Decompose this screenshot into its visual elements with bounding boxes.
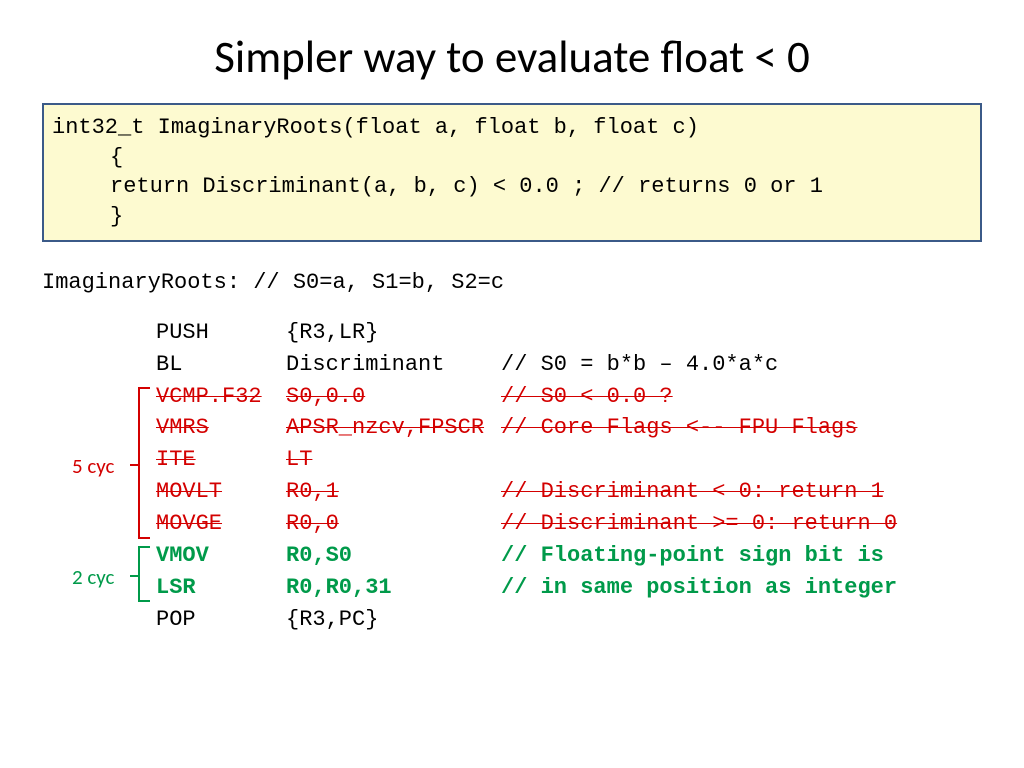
asm-comment: // Core Flags <-- FPU Flags bbox=[501, 412, 1024, 444]
asm-line: PUSH{R3,LR} bbox=[0, 317, 1024, 349]
asm-line: VMRSAPSR_nzcv,FPSCR// Core Flags <-- FPU… bbox=[0, 412, 1024, 444]
asm-args: S0,0.0 bbox=[286, 381, 501, 413]
asm-listing: 5 cyc 2 cyc PUSH{R3,LR}BLDiscriminant// … bbox=[0, 317, 1024, 636]
asm-header: ImaginaryRoots: // S0=a, S1=b, S2=c bbox=[42, 270, 982, 295]
asm-args: Discriminant bbox=[286, 349, 501, 381]
code-line: } bbox=[52, 202, 972, 232]
asm-comment: // S0 < 0.0 ? bbox=[501, 381, 1024, 413]
asm-op: VCMP.F32 bbox=[156, 381, 286, 413]
asm-line: VMOVR0,S0// Floating-point sign bit is bbox=[0, 540, 1024, 572]
asm-line: LSRR0,R0,31// in same position as intege… bbox=[0, 572, 1024, 604]
code-line: return Discriminant(a, b, c) < 0.0 ; // … bbox=[52, 172, 972, 202]
bracket-green bbox=[138, 546, 150, 602]
asm-comment: // Discriminant >= 0: return 0 bbox=[501, 508, 1024, 540]
asm-args: R0,S0 bbox=[286, 540, 501, 572]
cycle-label-red: 5 cyc bbox=[72, 451, 114, 481]
asm-args: R0,1 bbox=[286, 476, 501, 508]
asm-line: MOVGER0,0// Discriminant >= 0: return 0 bbox=[0, 508, 1024, 540]
bracket-red bbox=[138, 387, 150, 539]
code-line: { bbox=[52, 143, 972, 173]
asm-line: POP{R3,PC} bbox=[0, 604, 1024, 636]
asm-comment: // Floating-point sign bit is bbox=[501, 540, 1024, 572]
asm-args: R0,0 bbox=[286, 508, 501, 540]
asm-comment: // in same position as integer bbox=[501, 572, 1024, 604]
code-line: int32_t ImaginaryRoots(float a, float b,… bbox=[52, 113, 972, 143]
asm-args: APSR_nzcv,FPSCR bbox=[286, 412, 501, 444]
asm-args: R0,R0,31 bbox=[286, 572, 501, 604]
slide-title: Simpler way to evaluate float < 0 bbox=[0, 0, 1024, 103]
bracket-tick bbox=[130, 464, 140, 466]
asm-op: POP bbox=[156, 604, 286, 636]
bracket-tick bbox=[130, 575, 140, 577]
asm-comment bbox=[501, 444, 1024, 476]
asm-args: LT bbox=[286, 444, 501, 476]
asm-comment: // S0 = b*b – 4.0*a*c bbox=[501, 349, 1024, 381]
asm-comment bbox=[501, 604, 1024, 636]
asm-comment: // Discriminant < 0: return 1 bbox=[501, 476, 1024, 508]
asm-op: BL bbox=[156, 349, 286, 381]
asm-line: MOVLTR0,1// Discriminant < 0: return 1 bbox=[0, 476, 1024, 508]
asm-args: {R3,PC} bbox=[286, 604, 501, 636]
asm-op: MOVLT bbox=[156, 476, 286, 508]
asm-comment bbox=[501, 317, 1024, 349]
asm-args: {R3,LR} bbox=[286, 317, 501, 349]
asm-line: BLDiscriminant// S0 = b*b – 4.0*a*c bbox=[0, 349, 1024, 381]
asm-op: ITE bbox=[156, 444, 286, 476]
asm-op: PUSH bbox=[156, 317, 286, 349]
asm-op: VMOV bbox=[156, 540, 286, 572]
cycle-label-green: 2 cyc bbox=[72, 562, 114, 592]
asm-op: MOVGE bbox=[156, 508, 286, 540]
c-source-box: int32_t ImaginaryRoots(float a, float b,… bbox=[42, 103, 982, 242]
asm-op: LSR bbox=[156, 572, 286, 604]
asm-op: VMRS bbox=[156, 412, 286, 444]
asm-line: VCMP.F32S0,0.0// S0 < 0.0 ? bbox=[0, 381, 1024, 413]
asm-line: ITELT bbox=[0, 444, 1024, 476]
